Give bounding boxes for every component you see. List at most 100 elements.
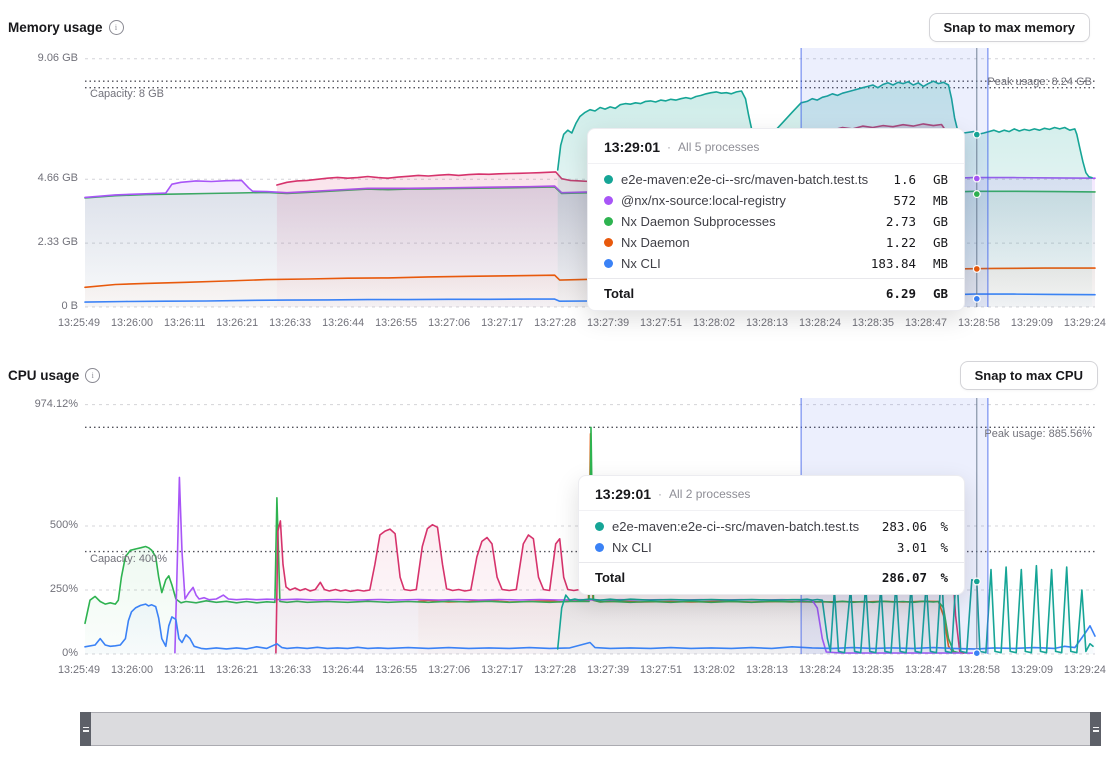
series-color-dot [604,175,613,184]
tooltip-total-label: Total [604,286,878,301]
grip-icon [83,727,89,729]
process-value: 1.22 [886,235,916,250]
x-tick-label: 13:28:13 [746,317,788,329]
timeline-brush[interactable] [80,712,1101,746]
cpu-capacity-label: Capacity: 400% [90,553,167,565]
x-tick-label: 13:26:11 [164,317,205,329]
charts-canvas[interactable] [0,0,1118,761]
process-unit: % [935,540,948,555]
x-tick-label: 13:29:24 [1064,317,1106,329]
x-tick-label: 13:27:39 [587,317,629,329]
x-tick-label: 13:28:24 [799,317,841,329]
x-tick-label: 13:26:33 [269,664,311,676]
grip-icon [83,730,89,732]
x-tick-label: 13:27:39 [587,664,629,676]
process-unit: GB [924,235,948,250]
tooltip-rows: e2e-maven:e2e-ci--src/maven-batch.test.t… [588,164,964,278]
x-tick-label: 13:26:55 [375,317,417,329]
cpu-tooltip: 13:29:01 · All 2 processes e2e-maven:e2e… [578,475,965,595]
x-tick-label: 13:25:49 [58,317,100,329]
x-tick-label: 13:27:51 [640,664,682,676]
process-unit: GB [924,172,948,187]
cpu-chart-title: CPU usage i [8,368,100,383]
x-tick-label: 13:26:33 [269,317,311,329]
process-value: 183.84 [871,256,916,271]
x-tick-label: 13:27:51 [640,317,682,329]
x-tick-label: 13:26:44 [322,664,364,676]
x-tick-label: 13:27:06 [428,317,470,329]
grip-icon [1093,727,1099,729]
cpu-title-text: CPU usage [8,368,79,383]
memory-chart-title: Memory usage i [8,20,124,35]
y-tick-label: 9.06 GB [8,52,78,64]
x-tick-label: 13:26:00 [111,317,153,329]
process-unit: MB [924,193,948,208]
x-tick-label: 13:29:09 [1011,317,1053,329]
process-name: e2e-maven:e2e-ci--src/maven-batch.test.t… [612,519,874,534]
cpu-x-axis: 13:25:49 13:26:00 13:26:11 13:26:21 13:26:33… [58,664,1106,676]
tooltip-rows: e2e-maven:e2e-ci--src/maven-batch.test.t… [579,511,964,562]
info-icon[interactable]: i [109,20,124,35]
info-icon[interactable]: i [85,368,100,383]
y-tick-label: 250% [8,583,78,595]
tooltip-header: 13:29:01 · All 2 processes [579,476,964,511]
y-tick-label: 0 B [8,300,78,312]
series-color-dot [604,217,613,226]
snap-to-max-memory-button[interactable]: Snap to max memory [929,13,1091,42]
tooltip-total-unit: GB [924,286,948,301]
y-tick-label: 4.66 GB [8,172,78,184]
x-tick-label: 13:28:47 [905,664,947,676]
tooltip-subtitle: All 5 processes [678,140,759,154]
tooltip-subtitle: All 2 processes [669,487,750,501]
x-tick-label: 13:27:28 [534,317,576,329]
x-tick-label: 13:28:02 [693,664,735,676]
x-tick-label: 13:26:11 [164,664,205,676]
process-unit: GB [924,214,948,229]
x-tick-label: 13:28:13 [746,664,788,676]
series-color-dot [604,238,613,247]
x-tick-label: 13:26:00 [111,664,153,676]
tooltip-total-row: Total 6.29 GB [588,278,964,310]
y-tick-label: 500% [8,519,78,531]
process-value: 2.73 [886,214,916,229]
x-tick-label: 13:28:58 [958,664,1000,676]
process-usage-dashboard: { "memory_panel": { "snap_button": "Snap… [0,0,1118,761]
tooltip-header: 13:29:01 · All 5 processes [588,129,964,164]
x-tick-label: 13:29:09 [1011,664,1053,676]
process-value: 1.6 [893,172,916,187]
series-color-dot [604,196,613,205]
process-value: 3.01 [897,540,927,555]
series-color-dot [595,543,604,552]
process-name: Nx CLI [621,256,863,271]
x-tick-label: 13:26:21 [216,317,258,329]
memory-title-text: Memory usage [8,20,103,35]
x-tick-label: 13:27:17 [481,664,523,676]
memory-tooltip: 13:29:01 · All 5 processes e2e-maven:e2e… [587,128,965,311]
snap-to-max-cpu-button[interactable]: Snap to max CPU [960,361,1098,390]
memory-capacity-label: Capacity: 8 GB [90,88,164,100]
process-unit: MB [924,256,948,271]
tooltip-separator: · [667,140,671,154]
tooltip-row: e2e-maven:e2e-ci--src/maven-batch.test.t… [579,516,964,537]
tooltip-separator: · [658,487,662,501]
memory-x-axis: 13:25:49 13:26:00 13:26:11 13:26:21 13:26:33… [58,317,1106,329]
x-tick-label: 13:28:47 [905,317,947,329]
x-tick-label: 13:26:55 [375,664,417,676]
x-tick-label: 13:28:58 [958,317,1000,329]
y-tick-label: 2.33 GB [8,236,78,248]
tooltip-total-value: 6.29 [886,286,916,301]
tooltip-row: Nx Daemon 1.22 GB [588,232,964,253]
brush-handle-right[interactable] [1090,712,1101,746]
x-tick-label: 13:28:02 [693,317,735,329]
process-value: 572 [893,193,916,208]
process-name: Nx Daemon Subprocesses [621,214,878,229]
brush-track[interactable] [91,713,1090,745]
process-name: e2e-maven:e2e-ci--src/maven-batch.test.t… [621,172,885,187]
tooltip-total-label: Total [595,570,874,585]
brush-handle-left[interactable] [80,712,91,746]
tooltip-time: 13:29:01 [604,139,660,155]
x-tick-label: 13:26:21 [216,664,258,676]
process-name: Nx Daemon [621,235,878,250]
tooltip-total-row: Total 286.07 % [579,562,964,594]
x-tick-label: 13:25:49 [58,664,100,676]
